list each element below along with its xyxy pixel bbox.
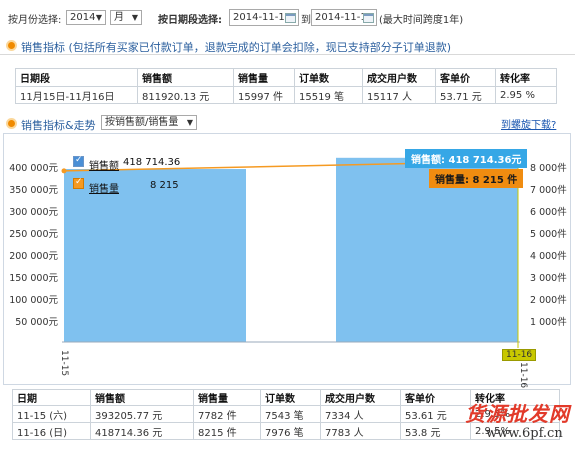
- table-cell: 11-16 (日): [12, 422, 91, 440]
- table-cell: 7543 笔: [260, 405, 321, 423]
- y-right-tick-label: 6 000件: [530, 207, 567, 219]
- table-cell: 393205.77 元: [90, 405, 194, 423]
- legend-checkbox-qty[interactable]: [73, 177, 84, 189]
- legend-value-sales: 418 714.36: [123, 157, 181, 168]
- x-axis-label: 11-16: [518, 362, 528, 389]
- table-cell: 7783 人: [320, 422, 401, 440]
- legend-checkbox-sales[interactable]: [73, 155, 84, 167]
- col-header: 销售量: [193, 389, 261, 406]
- x-axis-hover-badge: 11-16: [502, 349, 537, 361]
- y-left-tick-label: 100 000元: [9, 295, 58, 306]
- y-left-tick-label: 150 000元: [9, 273, 58, 284]
- y-left-tick-label: 50 000元: [15, 317, 58, 328]
- tooltip-qty: 销售量: 8 215 件: [429, 169, 524, 188]
- col-header: 销售额: [90, 389, 194, 406]
- y-left-tick-label: 300 000元: [9, 207, 58, 219]
- x-axis-label: 11-15: [59, 350, 69, 377]
- table-cell: 11-15 (六): [12, 405, 91, 423]
- y-right-tick-label: 1 000件: [530, 317, 567, 328]
- col-header: 订单数: [260, 389, 321, 406]
- quantity-point[interactable]: [61, 168, 67, 174]
- y-right-tick-label: 4 000件: [530, 251, 567, 263]
- y-right-tick-label: 2 000件: [530, 295, 567, 306]
- col-header: 日期: [12, 389, 91, 406]
- col-header: 成交用户数: [320, 389, 401, 406]
- y-right-tick-label: 5 000件: [530, 229, 567, 241]
- watermark-url: www.6pf.cn: [486, 426, 563, 441]
- table-cell: 7334 人: [320, 405, 401, 423]
- y-left-tick-label: 400 000元: [9, 163, 58, 175]
- y-right-tick-label: 7 000件: [530, 185, 567, 197]
- col-header: 客单价: [400, 389, 471, 406]
- table-cell: 418714.36 元: [90, 422, 194, 440]
- table-cell: 7782 件: [193, 405, 261, 423]
- y-right-tick-label: 3 000件: [530, 273, 567, 284]
- y-right-tick-label: 8 000件: [530, 163, 567, 175]
- y-left-tick-label: 250 000元: [9, 229, 58, 241]
- tooltip-sales: 销售额: 418 714.36元: [405, 149, 528, 168]
- legend-label-sales[interactable]: 销售额: [89, 157, 119, 172]
- legend-value-qty: 8 215: [150, 180, 179, 191]
- table-cell: 7976 笔: [260, 422, 321, 440]
- table-cell: 8215 件: [193, 422, 261, 440]
- watermark-logo: 货源批发网: [465, 402, 570, 426]
- legend-label-qty[interactable]: 销售量: [89, 180, 119, 195]
- table-cell: 53.61 元: [400, 405, 471, 423]
- y-left-tick-label: 200 000元: [9, 251, 58, 263]
- table-cell: 53.8 元: [400, 422, 471, 440]
- y-left-tick-label: 350 000元: [9, 185, 58, 197]
